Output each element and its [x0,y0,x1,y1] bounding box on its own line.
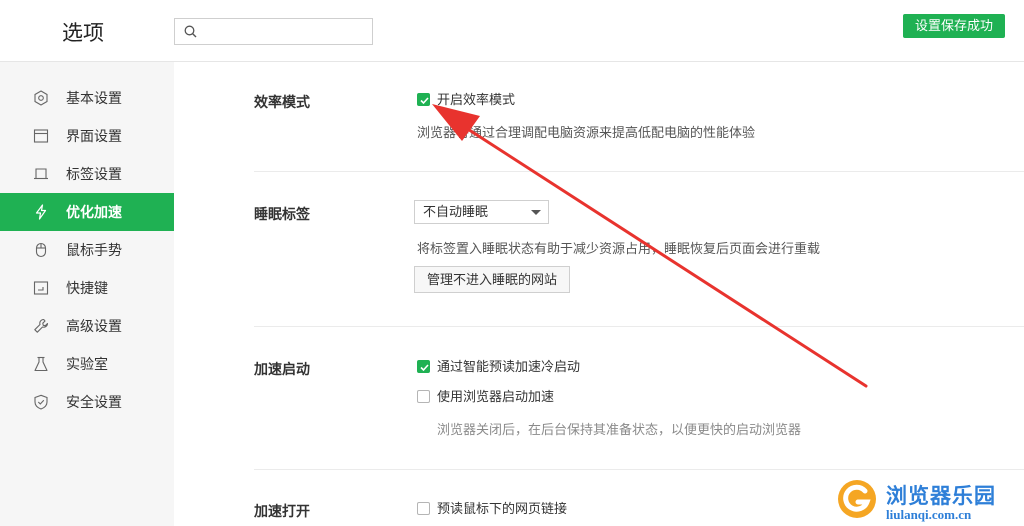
sidebar-item-interface-settings[interactable]: 界面设置 [0,117,174,155]
flask-icon [34,356,48,372]
preload-hover-links-label: 预读鼠标下的网页链接 [437,501,568,516]
mouse-icon [35,242,47,258]
page-title: 选项 [62,22,104,45]
sidebar: 基本设置 界面设置 标签设置 优化加速 鼠标手势 快捷键 高级设置 实验室 安全… [0,62,174,526]
shield-icon [34,394,48,410]
watermark-url: liulanqi.com.cn [886,507,972,522]
sleep-tabs-description: 将标签置入睡眠状态有助于减少资源占用，睡眠恢复后页面会进行重载 [417,241,821,256]
watermark-logo-icon [838,480,876,518]
sidebar-item-label: 实验室 [66,356,108,372]
window-icon [33,129,49,143]
lightning-icon [35,204,47,220]
search-icon [184,25,197,38]
sidebar-item-lab[interactable]: 实验室 [0,345,174,383]
sidebar-item-advanced-settings[interactable]: 高级设置 [0,307,174,345]
sidebar-item-label: 基本设置 [66,90,122,106]
sidebar-item-label: 高级设置 [66,318,122,334]
search-box[interactable] [174,18,373,45]
sleep-tabs-title: 睡眠标签 [254,206,310,222]
sleep-tabs-select-value: 不自动睡眠 [423,204,489,219]
efficiency-mode-title: 效率模式 [254,94,310,110]
tab-icon [34,168,48,180]
open-speed-title: 加速打开 [254,503,310,519]
sidebar-item-optimization[interactable]: 优化加速 [0,193,174,231]
keyboard-shortcut-icon [33,281,49,295]
sidebar-item-label: 优化加速 [66,204,122,220]
sidebar-item-label: 安全设置 [66,394,122,410]
sidebar-item-security-settings[interactable]: 安全设置 [0,383,174,421]
top-bar: 选项 设置保存成功 [0,0,1024,62]
startup-speed-description: 浏览器关闭后，在后台保持其准备状态，以便更快的启动浏览器 [437,422,802,437]
sidebar-item-label: 界面设置 [66,128,122,144]
checkbox-unchecked-icon [417,502,430,515]
manage-no-sleep-sites-button[interactable]: 管理不进入睡眠的网站 [414,266,570,293]
wrench-icon [34,318,49,333]
settings-content: 效率模式 开启效率模式 浏览器将通过合理调配电脑资源来提高低配电脑的性能体验 睡… [174,62,1024,526]
startup-speed-title: 加速启动 [254,361,310,377]
sleep-tabs-select[interactable]: 不自动睡眠 [414,200,549,224]
efficiency-mode-label: 开启效率模式 [437,92,516,107]
section-divider [254,469,1024,470]
checkbox-checked-icon [417,93,430,106]
sidebar-item-label: 快捷键 [66,280,108,296]
sidebar-item-label: 标签设置 [66,166,122,182]
section-divider [254,326,1024,327]
search-input[interactable] [203,21,367,44]
smart-preload-label: 通过智能预读加速冷启动 [437,359,581,374]
sidebar-item-tab-settings[interactable]: 标签设置 [0,155,174,193]
watermark: 浏览器乐园 liulanqi.com.cn [836,478,1024,526]
chevron-down-icon [531,210,541,215]
save-status-badge: 设置保存成功 [903,14,1005,38]
browser-startup-boost-label: 使用浏览器启动加速 [437,389,555,404]
sidebar-item-basic-settings[interactable]: 基本设置 [0,79,174,117]
efficiency-mode-description: 浏览器将通过合理调配电脑资源来提高低配电脑的性能体验 [417,125,756,140]
sidebar-item-mouse-gestures[interactable]: 鼠标手势 [0,231,174,269]
watermark-title: 浏览器乐园 [886,485,996,508]
sidebar-item-shortcuts[interactable]: 快捷键 [0,269,174,307]
checkbox-unchecked-icon [417,390,430,403]
checkbox-checked-icon [417,360,430,373]
section-divider [254,171,1024,172]
hexagon-settings-icon [34,90,48,106]
sidebar-item-label: 鼠标手势 [66,242,122,258]
